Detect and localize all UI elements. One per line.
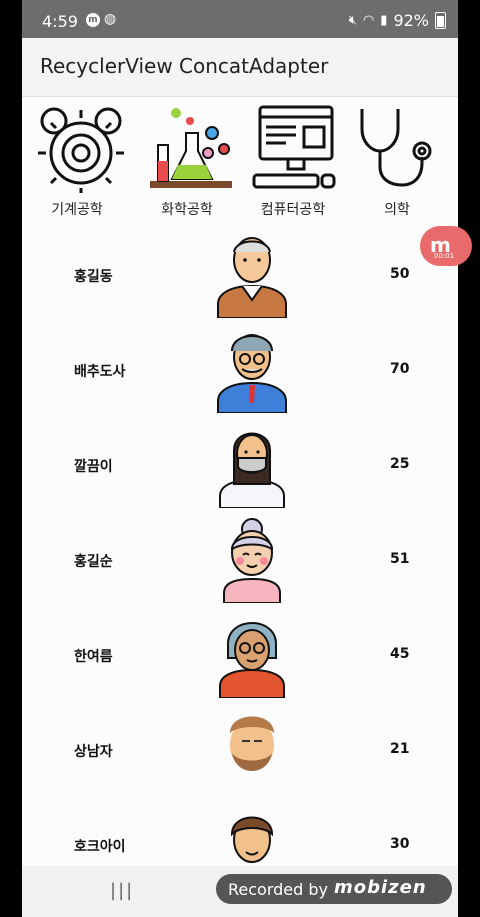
computer-icon	[252, 105, 336, 189]
battery-percent: 92%	[393, 11, 429, 30]
list-item[interactable]: 홍길순 51	[22, 513, 458, 608]
grandpa-glasses-avatar	[217, 334, 287, 413]
person-age: 30	[390, 836, 410, 852]
recording-badge: Recorded by mobizen	[216, 874, 452, 904]
status-icons: 🔇︎ ◠ ▮ 92%	[349, 11, 446, 30]
mobizen-floating-button[interactable]: m 00:01	[420, 226, 472, 266]
wifi-icon: ◠	[362, 13, 375, 28]
person-name: 한여름	[74, 649, 113, 665]
category-label: 의학	[384, 202, 410, 218]
person-name: 홍길순	[74, 554, 113, 570]
list-item[interactable]: 홍길동 50	[22, 228, 458, 323]
list-item[interactable]: 배추도사 70	[22, 323, 458, 418]
status-bar: 4:59 m ◍ 🔇︎ ◠ ▮ 92%	[22, 0, 458, 38]
category-item[interactable]: 화학공학	[136, 97, 236, 225]
phone-screen: 4:59 m ◍ 🔇︎ ◠ ▮ 92% RecyclerView ConcatA…	[22, 0, 458, 917]
category-item[interactable]: 의학	[342, 97, 442, 225]
gears-icon	[38, 107, 124, 193]
mute-icon: 🔇︎	[348, 13, 357, 28]
category-label: 컴퓨터공학	[260, 202, 326, 218]
category-label: 기계공학	[51, 202, 103, 218]
recording-timer: 00:01	[434, 252, 455, 260]
grandma-avatar	[223, 518, 281, 603]
status-time: 4:59	[42, 12, 78, 31]
person-name: 깔끔이	[74, 459, 113, 475]
recent-apps-button[interactable]: |||	[110, 880, 134, 901]
person-name: 상남자	[74, 744, 113, 760]
mobizen-status-icon: m	[86, 13, 100, 27]
stethoscope-icon	[360, 109, 432, 187]
woman-glasses-avatar	[219, 622, 285, 698]
mobizen-logo: mobizen	[334, 877, 427, 898]
chemistry-flask-icon	[150, 108, 232, 188]
person-name: 홍길동	[74, 269, 113, 285]
person-age: 70	[390, 361, 410, 377]
person-age: 50	[390, 266, 410, 282]
globe-icon: ◍	[104, 11, 117, 27]
app-bar: RecyclerView ConcatAdapter	[22, 38, 458, 97]
battery-icon	[435, 12, 446, 29]
person-age: 45	[390, 646, 410, 662]
person-age: 25	[390, 456, 410, 472]
app-title: RecyclerView ConcatAdapter	[40, 54, 329, 78]
person-age: 21	[390, 741, 410, 757]
list-item[interactable]: 깔끔이 25	[22, 418, 458, 513]
category-label: 화학공학	[161, 202, 213, 218]
category-item[interactable]: 컴퓨터공학	[242, 97, 342, 225]
person-name: 호크아이	[74, 839, 126, 855]
signal-icon: ▮	[380, 13, 388, 28]
category-item[interactable]: 기계공학	[26, 97, 126, 225]
bearded-man-avatar	[230, 716, 274, 771]
list-item[interactable]: 상남자 21	[22, 703, 458, 798]
person-age: 51	[390, 551, 410, 567]
recording-label: Recorded by	[228, 880, 328, 899]
person-name: 배추도사	[74, 364, 126, 380]
old-man-avatar	[217, 237, 287, 318]
woman-mask-avatar	[219, 432, 285, 508]
category-list[interactable]: 기계공학 화학공학 컴퓨터공학 의학	[22, 97, 458, 225]
list-item[interactable]: 한여름 45	[22, 608, 458, 703]
